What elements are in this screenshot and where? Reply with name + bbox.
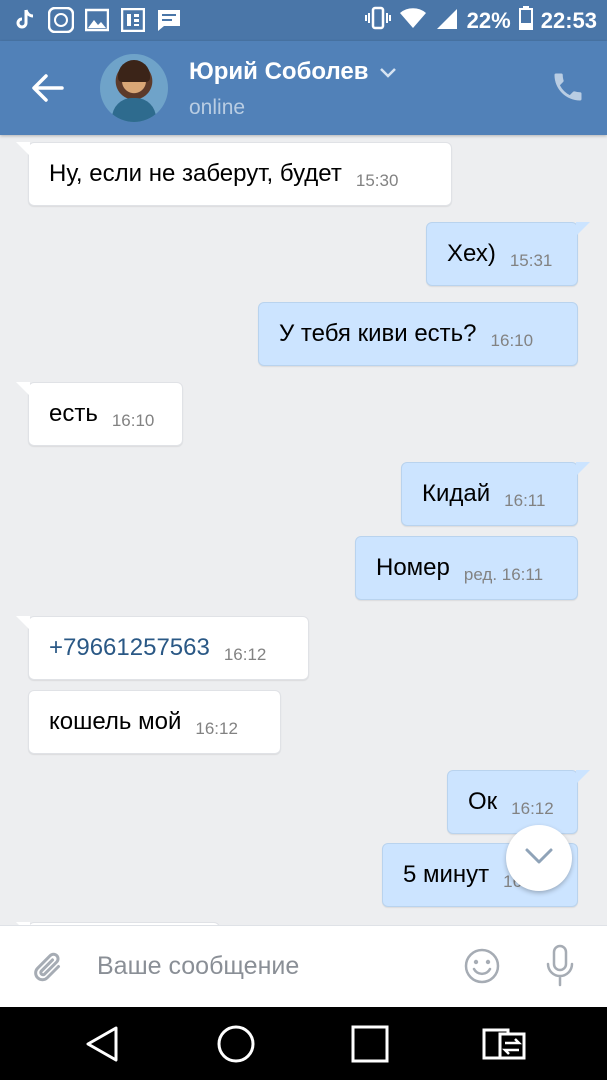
message-input[interactable]: Ваше сообщение bbox=[97, 952, 299, 981]
contact-name[interactable]: Юрий Соболев bbox=[189, 58, 397, 86]
avatar[interactable] bbox=[100, 54, 168, 122]
phone-call-icon[interactable] bbox=[550, 69, 586, 105]
message-incoming[interactable]: есть 16:10 bbox=[16, 382, 183, 446]
message-text: Ну, если не заберут, будет bbox=[49, 160, 342, 187]
battery-percent: 22% bbox=[466, 8, 511, 33]
message-text: Ок bbox=[468, 788, 498, 815]
contact-name-text: Юрий Соболев bbox=[189, 58, 369, 85]
message-text: 5 минут bbox=[403, 861, 490, 888]
mi-icon bbox=[48, 7, 74, 33]
message-time: 16:12 bbox=[223, 645, 267, 664]
signal-icon bbox=[435, 7, 459, 35]
chat-header: Юрий Соболев online bbox=[0, 41, 607, 135]
chevron-down-icon bbox=[379, 58, 397, 86]
nav-back-icon[interactable] bbox=[82, 1024, 122, 1064]
message-time: 16:10 bbox=[490, 331, 534, 350]
nav-recents-icon[interactable] bbox=[350, 1024, 390, 1064]
message-text: кошель мой bbox=[49, 708, 182, 735]
message-outgoing[interactable]: У тебя киви есть? 16:10 bbox=[258, 302, 578, 366]
system-navigation-bar bbox=[0, 1007, 607, 1080]
message-outgoing[interactable]: Ок 16:12 bbox=[447, 770, 590, 834]
message-text: Номер bbox=[376, 554, 450, 581]
message-text: есть bbox=[49, 400, 98, 427]
message-outgoing[interactable]: Хех) 15:31 bbox=[426, 222, 590, 286]
tiktok-icon bbox=[12, 7, 38, 33]
phone-number-link[interactable]: +79661257563 bbox=[49, 634, 210, 662]
message-text: Кидай bbox=[422, 480, 491, 507]
sim-icon bbox=[120, 7, 146, 33]
message-time: 16:10 bbox=[111, 411, 155, 430]
message-text: Хех) bbox=[447, 240, 496, 267]
emoji-icon[interactable] bbox=[463, 947, 501, 985]
message-incoming[interactable]: Ну, если не заберут, будет 15:30 bbox=[16, 142, 452, 206]
contact-status: online bbox=[189, 96, 246, 119]
message-time: 15:31 bbox=[509, 251, 553, 270]
message-list[interactable]: Ну, если не заберут, будет 15:30 Хех) 15… bbox=[0, 135, 607, 925]
gallery-icon bbox=[84, 7, 110, 33]
message-incoming[interactable]: кошель мой 16:12 bbox=[28, 690, 281, 754]
chevron-down-icon bbox=[524, 847, 554, 870]
message-composer: Ваше сообщение bbox=[0, 925, 607, 1008]
nav-home-icon[interactable] bbox=[216, 1024, 256, 1064]
scroll-down-button[interactable] bbox=[506, 825, 572, 891]
clock: 22:53 bbox=[540, 8, 597, 33]
message-text: У тебя киви есть? bbox=[279, 320, 477, 347]
chat-notification-icon bbox=[156, 7, 182, 33]
nav-switch-sim-icon[interactable] bbox=[482, 1024, 526, 1064]
message-time: ред. 16:11 bbox=[463, 565, 544, 584]
message-outgoing[interactable]: Кидай 16:11 bbox=[401, 462, 590, 526]
microphone-icon[interactable] bbox=[543, 944, 577, 988]
message-time: 16:11 bbox=[504, 491, 546, 510]
paperclip-icon[interactable] bbox=[30, 948, 66, 988]
battery-icon bbox=[518, 6, 533, 36]
status-bar: 22% 22:53 bbox=[0, 0, 607, 41]
message-time: 16:12 bbox=[511, 799, 554, 818]
message-time: 15:30 bbox=[355, 171, 399, 190]
message-outgoing[interactable]: Номер ред. 16:11 bbox=[355, 536, 578, 600]
back-arrow-icon[interactable] bbox=[28, 70, 68, 106]
wifi-icon bbox=[399, 7, 427, 35]
message-incoming[interactable]: +79661257563 16:12 bbox=[16, 616, 309, 680]
message-time: 16:12 bbox=[195, 719, 238, 738]
vibrate-icon bbox=[364, 6, 391, 36]
